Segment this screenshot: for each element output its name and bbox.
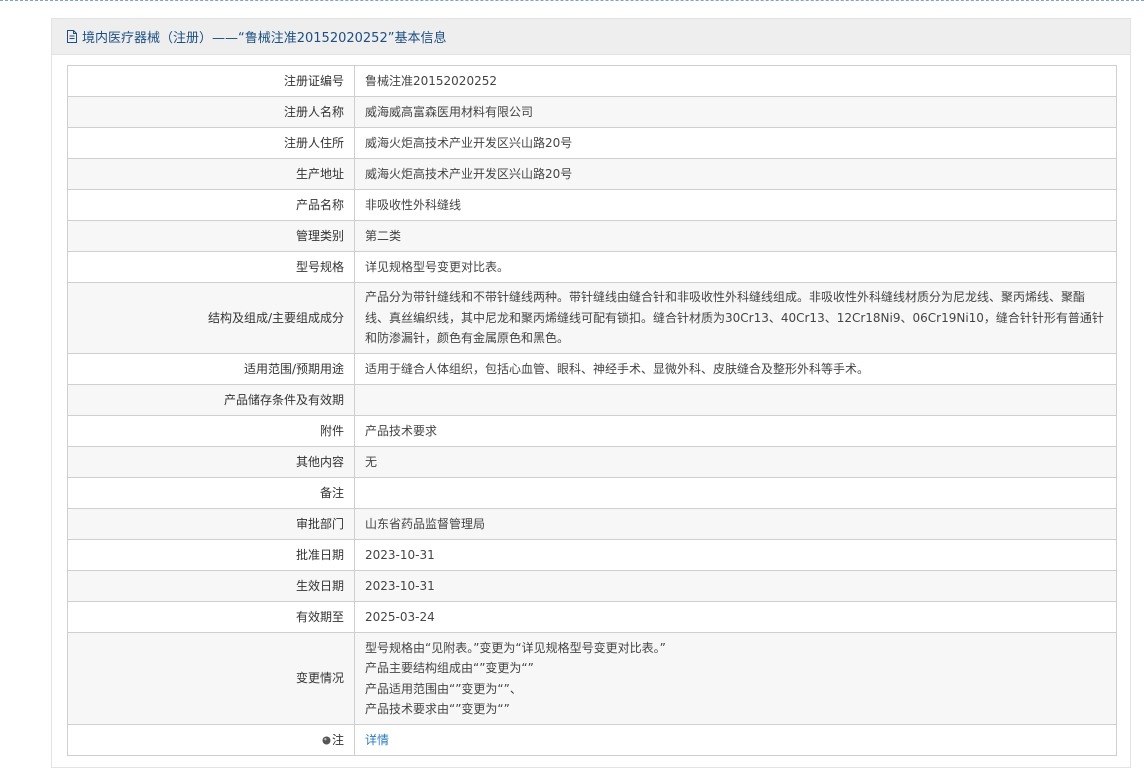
table-row: 审批部门 山东省药品监督管理局 bbox=[67, 508, 1117, 540]
table-row: 变更情况 型号规格由“见附表。”变更为“详见规格型号变更对比表。” 产品主要结构… bbox=[67, 632, 1117, 725]
row-value-approval-dept: 山东省药品监督管理局 bbox=[354, 508, 1117, 540]
row-label-valid-until: 有效期至 bbox=[67, 601, 355, 633]
table-row: 管理类别 第二类 bbox=[67, 220, 1117, 252]
table-row: 适用范围/预期用途 适用于缝合人体组织，包括心血管、眼科、神经手术、显微外科、皮… bbox=[67, 353, 1117, 385]
page-title: 境内医疗器械（注册）——“鲁械注准20152020252”基本信息 bbox=[82, 31, 447, 46]
row-label-structure: 结构及组成/主要组成成分 bbox=[67, 282, 355, 354]
row-label-approval-dept: 审批部门 bbox=[67, 508, 355, 540]
row-label-model-spec: 型号规格 bbox=[67, 251, 355, 283]
row-label-change: 变更情况 bbox=[67, 632, 355, 725]
row-label-product-name: 产品名称 bbox=[67, 189, 355, 221]
table-row: 有效期至 2025-03-24 bbox=[67, 601, 1117, 633]
info-panel: 境内医疗器械（注册）——“鲁械注准20152020252”基本信息 注册证编号 … bbox=[51, 18, 1131, 768]
table-row: 批准日期 2023-10-31 bbox=[67, 539, 1117, 571]
row-label-effective-date: 生效日期 bbox=[67, 570, 355, 602]
row-value-structure: 产品分为带针缝线和不带针缝线两种。带针缝线由缝合针和非吸收性外科缝线组成。非吸收… bbox=[354, 282, 1117, 354]
table-row: 注 详情 bbox=[67, 724, 1117, 756]
row-label-other: 其他内容 bbox=[67, 446, 355, 478]
table-row: 其他内容 无 bbox=[67, 446, 1117, 478]
document-icon bbox=[67, 30, 77, 43]
row-value-model-spec: 详见规格型号变更对比表。 bbox=[354, 251, 1117, 283]
row-label-registrant-address: 注册人住所 bbox=[67, 127, 355, 159]
row-value-effective-date: 2023-10-31 bbox=[354, 570, 1117, 602]
table-row: 注册人住所 威海火炬高技术产业开发区兴山路20号 bbox=[67, 127, 1117, 159]
change-line: 产品主要结构组成由“”变更为“” bbox=[365, 661, 534, 675]
table-row: 生效日期 2023-10-31 bbox=[67, 570, 1117, 602]
top-dashed-border bbox=[0, 0, 1144, 4]
row-value-product-name: 非吸收性外科缝线 bbox=[354, 189, 1117, 221]
row-label-reg-number: 注册证编号 bbox=[67, 65, 355, 97]
row-value-production-address: 威海火炬高技术产业开发区兴山路20号 bbox=[354, 158, 1117, 190]
table-row: 型号规格 详见规格型号变更对比表。 bbox=[67, 251, 1117, 283]
row-label-approval-date: 批准日期 bbox=[67, 539, 355, 571]
change-line: 产品适用范围由“”变更为“”、 bbox=[365, 681, 522, 696]
row-label-production-address: 生产地址 bbox=[67, 158, 355, 190]
row-label-note: 注 bbox=[67, 724, 355, 756]
info-bullet-icon bbox=[322, 736, 331, 745]
row-value-attachment: 产品技术要求 bbox=[354, 415, 1117, 447]
row-value-remarks bbox=[354, 477, 1117, 509]
row-value-registrant-address: 威海火炬高技术产业开发区兴山路20号 bbox=[354, 127, 1117, 159]
row-label-remarks: 备注 bbox=[67, 477, 355, 509]
info-table: 注册证编号 鲁械注准20152020252 注册人名称 威海威高富森医用材料有限… bbox=[67, 65, 1117, 756]
row-value-intended-use: 适用于缝合人体组织，包括心血管、眼科、神经手术、显微外科、皮肤缝合及整形外科等手… bbox=[354, 353, 1117, 385]
row-label-attachment: 附件 bbox=[67, 415, 355, 447]
row-value-storage bbox=[354, 384, 1117, 416]
row-label-intended-use: 适用范围/预期用途 bbox=[67, 353, 355, 385]
row-label-category: 管理类别 bbox=[67, 220, 355, 252]
table-row: 附件 产品技术要求 bbox=[67, 415, 1117, 447]
row-value-valid-until: 2025-03-24 bbox=[354, 601, 1117, 633]
change-line: 产品技术要求由“”变更为“” bbox=[365, 702, 510, 716]
table-row: 备注 bbox=[67, 477, 1117, 509]
row-value-category: 第二类 bbox=[354, 220, 1117, 252]
table-row: 注册证编号 鲁械注准20152020252 bbox=[67, 65, 1117, 97]
details-link[interactable]: 详情 bbox=[365, 733, 389, 747]
panel-header: 境内医疗器械（注册）——“鲁械注准20152020252”基本信息 bbox=[52, 19, 1130, 55]
row-value-other: 无 bbox=[354, 446, 1117, 478]
row-label-registrant-name: 注册人名称 bbox=[67, 96, 355, 128]
row-value-change: 型号规格由“见附表。”变更为“详见规格型号变更对比表。” 产品主要结构组成由“”… bbox=[354, 632, 1117, 725]
row-label-storage: 产品储存条件及有效期 bbox=[67, 384, 355, 416]
change-line: 型号规格由“见附表。”变更为“详见规格型号变更对比表。” bbox=[365, 640, 666, 655]
table-row: 产品名称 非吸收性外科缝线 bbox=[67, 189, 1117, 221]
table-row: 产品储存条件及有效期 bbox=[67, 384, 1117, 416]
table-row: 注册人名称 威海威高富森医用材料有限公司 bbox=[67, 96, 1117, 128]
table-row: 结构及组成/主要组成成分 产品分为带针缝线和不带针缝线两种。带针缝线由缝合针和非… bbox=[67, 282, 1117, 354]
row-value-note: 详情 bbox=[354, 724, 1117, 756]
row-value-registrant-name: 威海威高富森医用材料有限公司 bbox=[354, 96, 1117, 128]
row-value-approval-date: 2023-10-31 bbox=[354, 539, 1117, 571]
row-value-reg-number: 鲁械注准20152020252 bbox=[354, 65, 1117, 97]
table-row: 生产地址 威海火炬高技术产业开发区兴山路20号 bbox=[67, 158, 1117, 190]
note-label: 注 bbox=[331, 732, 344, 747]
